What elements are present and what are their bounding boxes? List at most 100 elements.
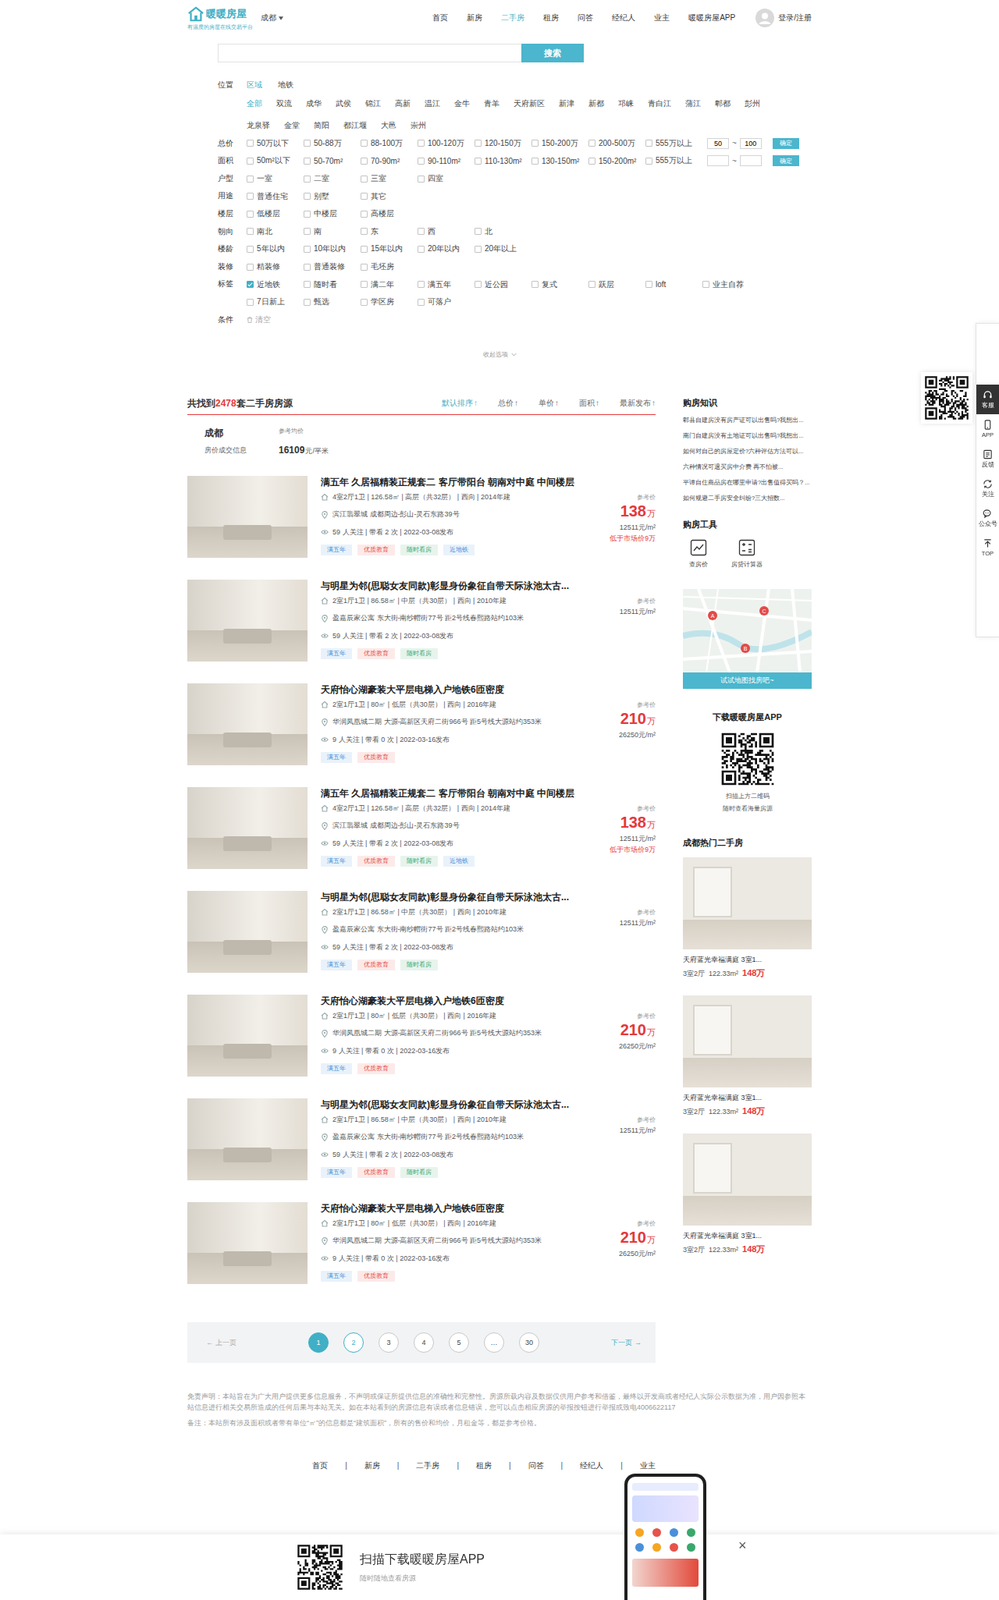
hot-listing-photo[interactable]	[682, 857, 812, 950]
listing-photo[interactable]	[187, 579, 308, 662]
filter-option[interactable]: 130-150m²	[531, 152, 589, 171]
filter-option[interactable]: 90-110m²	[417, 152, 475, 171]
nav-item[interactable]: 租房	[543, 12, 559, 24]
filter-option[interactable]: 50万以下	[246, 135, 304, 153]
filter-option[interactable]: 100-120万	[417, 135, 475, 153]
district-item[interactable]: 高新	[394, 94, 411, 114]
hot-listing-photo[interactable]	[682, 1134, 812, 1227]
checkbox[interactable]	[360, 192, 368, 200]
listing-card[interactable]: 天府怡心湖豪装大平层电梯入户地铁6匝密度2室1厅1卫 | 80㎡ | 低层（共3…	[187, 683, 656, 788]
filter-option[interactable]: 5年以内	[246, 240, 304, 259]
filter-option[interactable]: 近地铁	[246, 275, 304, 294]
filter-option[interactable]: 88-100万	[360, 135, 418, 153]
login-button[interactable]: 登录/注册	[755, 8, 812, 28]
checkbox[interactable]	[360, 157, 368, 165]
toolbar-button[interactable]: TOP	[976, 533, 999, 563]
collapse-toggle[interactable]: 收起选项	[187, 347, 812, 362]
filter-option[interactable]: 7日新上	[246, 293, 304, 312]
filter-option[interactable]: 120-150万	[474, 135, 532, 153]
nav-item[interactable]: 问答	[577, 12, 594, 24]
checkbox[interactable]	[360, 245, 368, 253]
search-button[interactable]: 搜索	[521, 43, 584, 63]
range-confirm-button[interactable]: 确定	[772, 138, 800, 150]
filter-option[interactable]: 甄选	[303, 293, 361, 312]
district-item[interactable]: 锦江	[365, 94, 381, 114]
checkbox[interactable]	[360, 175, 368, 183]
checkbox[interactable]	[417, 175, 425, 183]
filter-option[interactable]: 满五年	[417, 275, 475, 294]
district-item[interactable]: 成华	[305, 94, 322, 114]
close-button[interactable]: ×	[738, 1538, 747, 1554]
district-item[interactable]: 蒲江	[685, 94, 701, 114]
checkbox[interactable]	[303, 245, 311, 253]
map-pin[interactable]: C	[759, 606, 769, 616]
footer-link[interactable]: 业主	[639, 1460, 656, 1473]
filter-option[interactable]: 50-70m²	[303, 152, 361, 171]
filter-option[interactable]: 跃层	[588, 275, 646, 294]
checkbox[interactable]	[246, 192, 254, 200]
footer-link[interactable]: 二手房	[415, 1460, 440, 1473]
checkbox[interactable]	[303, 157, 311, 165]
listing-title[interactable]: 与明星为邻(思聪女友同款)彰显身份象征自带天际泳池太古...	[320, 891, 591, 904]
listing-title[interactable]: 天府怡心湖豪装大平层电梯入户地铁6匝密度	[320, 683, 591, 697]
tool-button[interactable]: 房贷计算器	[731, 539, 763, 569]
listing-title[interactable]: 与明星为邻(思聪女友同款)彰显身份象征自带天际泳池太古...	[320, 579, 591, 593]
checkbox[interactable]	[360, 227, 368, 235]
toolbar-button[interactable]: 关注	[976, 473, 999, 504]
district-item[interactable]: 青白江	[647, 94, 672, 114]
filter-option[interactable]: 学区房	[360, 293, 418, 312]
filter-option[interactable]: 随时看	[303, 275, 361, 294]
filter-option[interactable]: 西	[417, 223, 475, 242]
checkbox[interactable]	[246, 227, 254, 235]
filter-option[interactable]: 业主自荐	[702, 275, 760, 294]
filter-option[interactable]: 20年以内	[417, 240, 475, 259]
filter-option[interactable]: 东	[360, 223, 418, 242]
nav-item[interactable]: 新房	[466, 12, 483, 24]
filter-option[interactable]: 50m²以下	[246, 152, 304, 171]
sort-option[interactable]: 总价↑	[497, 398, 519, 409]
toolbar-button[interactable]: 客服	[976, 384, 999, 415]
checkbox[interactable]	[474, 139, 482, 147]
logo[interactable]: 暖暖房屋有温度的房屋在线交易平台	[187, 5, 260, 32]
checkbox[interactable]	[474, 280, 482, 288]
listing-card[interactable]: 与明星为邻(思聪女友同款)彰显身份象征自带天际泳池太古...2室1厅1卫 | 8…	[187, 1098, 656, 1203]
district-item[interactable]: 双流	[276, 94, 292, 114]
checkbox[interactable]	[588, 157, 596, 165]
hot-listing-card[interactable]: 天府蓝光幸福满庭 3室1...3室2厅122.33m²148万	[682, 1134, 812, 1257]
filter-option[interactable]: 110-130m²	[474, 152, 532, 171]
checkbox[interactable]	[303, 192, 311, 200]
page-button[interactable]: …	[483, 1333, 505, 1354]
checkbox[interactable]	[360, 263, 368, 271]
page-button[interactable]: 30	[519, 1333, 540, 1354]
district-item[interactable]: 温江	[424, 94, 441, 114]
listing-card[interactable]: 满五年 久居福精装正规套二 客厅带阳台 朝南对中庭 中间楼层4室2厅1卫 | 1…	[187, 476, 656, 580]
checkbox[interactable]	[417, 280, 425, 288]
district-item[interactable]: 都江堰	[343, 116, 367, 136]
footer-link[interactable]: 新房	[364, 1460, 381, 1473]
footer-link[interactable]: 租房	[476, 1460, 492, 1473]
range-confirm-button[interactable]: 确定	[772, 155, 800, 167]
checkbox[interactable]	[645, 280, 653, 288]
page-button[interactable]: 5	[448, 1333, 470, 1354]
checkbox[interactable]	[417, 157, 425, 165]
knowledge-item[interactable]: 如何对自己的房屋定价?六种评估方法可以...	[682, 444, 812, 460]
checkbox[interactable]	[246, 245, 254, 253]
knowledge-item[interactable]: 如何规避二手房安全纠纷?三大招数...	[682, 490, 812, 507]
map[interactable]: ACB	[682, 589, 812, 673]
filter-option[interactable]: 南北	[246, 223, 304, 242]
hot-listing-card[interactable]: 天府蓝光幸福满庭 3室1...3室2厅122.33m²148万	[682, 995, 812, 1119]
checkbox[interactable]	[246, 298, 254, 306]
footer-link[interactable]: 问答	[528, 1460, 544, 1473]
clear-button[interactable]: 清空	[246, 311, 271, 330]
checkbox[interactable]	[645, 139, 653, 147]
filter-option[interactable]: 满二年	[360, 275, 418, 294]
filter-option[interactable]: 一室	[246, 170, 304, 189]
nav-item[interactable]: 二手房	[501, 12, 525, 24]
district-item[interactable]: 金堂	[284, 116, 300, 136]
filter-option[interactable]: 200-500万	[588, 135, 646, 153]
page-button[interactable]: 4	[413, 1333, 434, 1354]
checkbox[interactable]	[531, 139, 539, 147]
listing-card[interactable]: 天府怡心湖豪装大平层电梯入户地铁6匝密度2室1厅1卫 | 80㎡ | 低层（共3…	[187, 995, 656, 1099]
toolbar-button[interactable]: 公众号	[976, 503, 999, 534]
filter-option[interactable]: 四室	[417, 170, 475, 189]
